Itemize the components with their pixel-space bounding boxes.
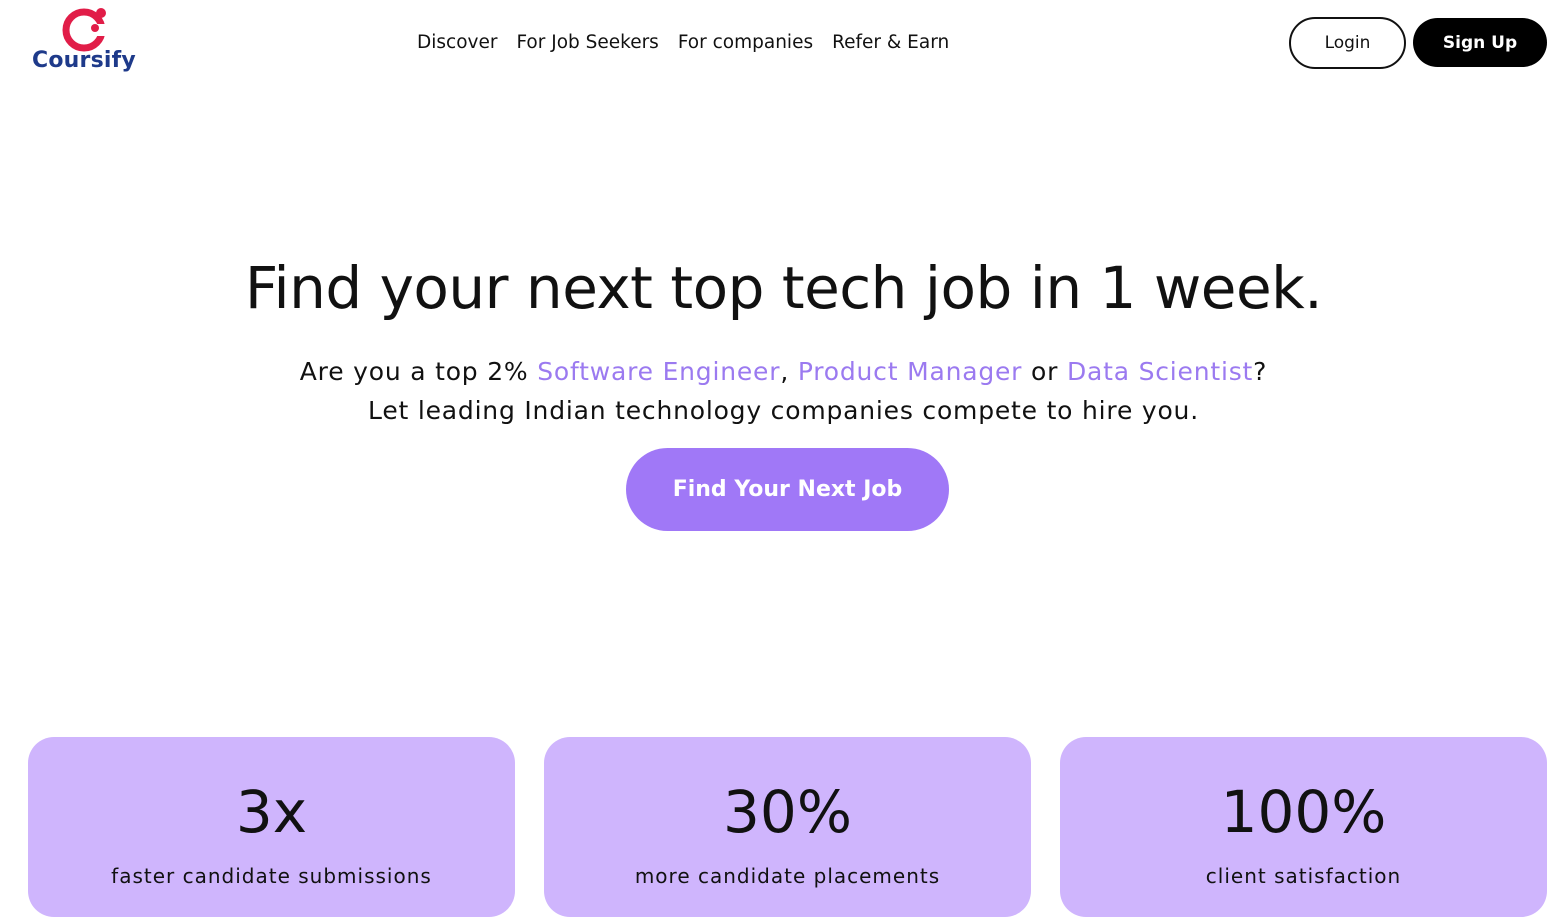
brand-name: Coursify bbox=[32, 48, 136, 73]
hero-subtitle-prefix: Are you a top 2% bbox=[299, 357, 538, 386]
stat-label: more candidate placements bbox=[634, 864, 941, 888]
role-link-software-engineer[interactable]: Software Engineer bbox=[537, 357, 780, 386]
stat-value: 30% bbox=[723, 778, 852, 846]
stat-card: 3x faster candidate submissions bbox=[28, 737, 515, 917]
role-link-product-manager[interactable]: Product Manager bbox=[798, 357, 1022, 386]
hero-subtitle-or: or bbox=[1022, 357, 1067, 386]
brand-logo[interactable]: Coursify bbox=[30, 4, 142, 76]
hero-title: Find your next top tech job in 1 week. bbox=[244, 254, 1323, 322]
nav-for-companies[interactable]: For companies bbox=[678, 30, 813, 56]
signup-button[interactable]: Sign Up bbox=[1413, 18, 1547, 67]
stats-section: 3x faster candidate submissions 30% more… bbox=[28, 737, 1548, 917]
main-nav: Discover For Job Seekers For companies R… bbox=[417, 30, 949, 56]
hero-subtitle-suffix: ? bbox=[1253, 357, 1268, 386]
login-button[interactable]: Login bbox=[1289, 17, 1406, 69]
stat-value: 3x bbox=[235, 778, 308, 846]
find-next-job-button[interactable]: Find Your Next Job bbox=[626, 448, 949, 531]
site-header: Coursify Discover For Job Seekers For co… bbox=[0, 0, 1567, 90]
stat-label: client satisfaction bbox=[1205, 864, 1402, 888]
role-link-data-scientist[interactable]: Data Scientist bbox=[1067, 357, 1253, 386]
stat-card: 30% more candidate placements bbox=[544, 737, 1031, 917]
nav-discover[interactable]: Discover bbox=[417, 30, 497, 56]
stat-value: 100% bbox=[1220, 778, 1387, 846]
stat-card: 100% client satisfaction bbox=[1060, 737, 1547, 917]
stat-label: faster candidate submissions bbox=[111, 864, 432, 888]
nav-refer-earn[interactable]: Refer & Earn bbox=[832, 30, 949, 56]
hero-subtitle-line2: Let leading Indian technology companies … bbox=[368, 396, 1199, 425]
hero-subtitle: Are you a top 2% Software Engineer, Prod… bbox=[0, 352, 1567, 430]
hero-subtitle-comma: , bbox=[780, 357, 798, 386]
nav-for-job-seekers[interactable]: For Job Seekers bbox=[516, 30, 658, 56]
coursify-c-logo-icon bbox=[62, 8, 106, 52]
